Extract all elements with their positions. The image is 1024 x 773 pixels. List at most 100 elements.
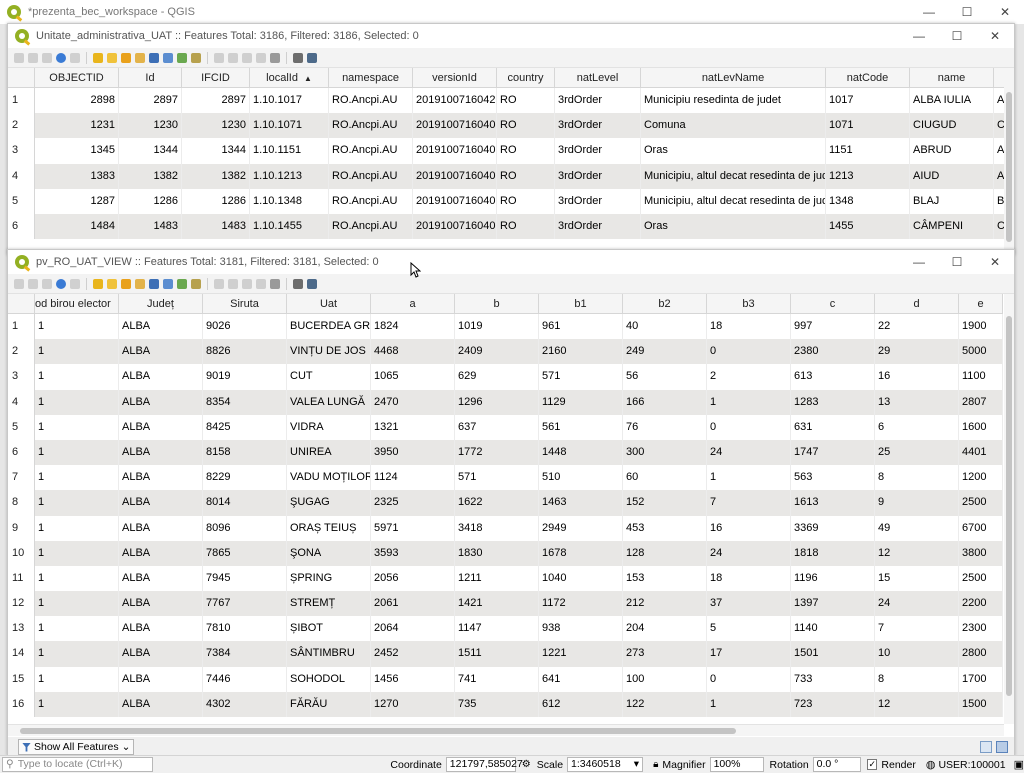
table-cell[interactable]: 12: [875, 540, 959, 566]
table-cell[interactable]: 2898: [35, 88, 119, 114]
dock-icon[interactable]: [293, 278, 303, 289]
table-row[interactable]: 10 1 ALBA 7865 ŞONA 3593 1830 1678 128 24 1818 12 38…: [8, 540, 1003, 566]
column-header[interactable]: IFCID: [182, 68, 250, 88]
table-cell[interactable]: 8826: [203, 339, 287, 365]
table-cell[interactable]: 453: [623, 515, 707, 541]
save-edits-icon[interactable]: [42, 278, 52, 289]
coordinate-field[interactable]: 121797,585027: [445, 757, 523, 772]
table-cell[interactable]: CIUGUD: [910, 113, 994, 139]
table-row[interactable]: 13 1 ALBA 7810 ȘIBOT 2064 1147 938 204 5 1140 7 2300: [8, 616, 1003, 642]
table-cell[interactable]: 5: [707, 616, 791, 642]
table-cell[interactable]: 1040: [539, 565, 623, 592]
table-cell[interactable]: A: [994, 164, 1004, 189]
show-all-features-button[interactable]: Show All Features ⌄: [18, 739, 135, 755]
select-expression-icon[interactable]: [93, 278, 103, 289]
edit-pencil-icon[interactable]: [14, 278, 24, 289]
table-cell[interactable]: 1600: [959, 414, 1003, 440]
table-cell[interactable]: 2800: [959, 641, 1003, 667]
table-cell[interactable]: 2470: [371, 389, 455, 415]
table-cell[interactable]: 1700: [959, 666, 1003, 692]
table-cell[interactable]: RO.Ancpi.AU: [329, 188, 413, 214]
table-cell[interactable]: 1: [35, 465, 119, 491]
column-header[interactable]: Județ: [119, 294, 203, 314]
table-cell[interactable]: 24: [707, 439, 791, 466]
table-row[interactable]: 7 1 ALBA 8229 VADU MOȚILOR 1124 571 510 60 1 563 8 1…: [8, 465, 1003, 491]
table-cell[interactable]: SOHODOL: [287, 666, 371, 692]
table-cell[interactable]: ALBA: [119, 465, 203, 491]
table-cell[interactable]: RO.Ancpi.AU: [329, 138, 413, 164]
table-cell[interactable]: 1678: [539, 540, 623, 566]
table-cell[interactable]: ALBA: [119, 515, 203, 541]
column-header[interactable]: country: [497, 68, 555, 88]
table-row[interactable]: 11ALBA9026BUCERDEA GRÂ...182410199614018…: [8, 314, 1003, 340]
table-cell[interactable]: 1230: [119, 113, 182, 139]
table-cell[interactable]: ABRUD: [910, 138, 994, 164]
reload-icon[interactable]: [56, 278, 66, 289]
table-cell[interactable]: 563: [791, 465, 875, 491]
table-cell[interactable]: ALBA: [119, 591, 203, 617]
column-header[interactable]: Siruta: [203, 294, 287, 314]
table-cell[interactable]: ALBA: [119, 691, 203, 717]
column-header[interactable]: od birou elector▲: [35, 294, 119, 314]
row-number[interactable]: 2: [8, 339, 35, 365]
actions-icon[interactable]: [307, 52, 317, 63]
table-row[interactable]: 14 1 ALBA 7384 SÂNTIMBRU 2452 1511 1221 273 17 150…: [8, 641, 1003, 667]
column-header[interactable]: a: [371, 294, 455, 314]
table-cell[interactable]: VALEA LUNGĂ: [287, 389, 371, 415]
table-cell[interactable]: RO: [497, 213, 555, 240]
table-cell[interactable]: ALBA: [119, 490, 203, 516]
table-cell[interactable]: UNIREA: [287, 439, 371, 466]
table-cell[interactable]: 2200: [959, 591, 1003, 617]
dock-icon[interactable]: [293, 52, 303, 63]
locator-field[interactable]: ⚲ Type to locate (Ctrl+K): [2, 757, 154, 772]
table-cell[interactable]: 629: [455, 364, 539, 390]
table-cell[interactable]: 1622: [455, 490, 539, 516]
table-cell[interactable]: 1613: [791, 490, 875, 516]
table-cell[interactable]: 1: [35, 691, 119, 717]
table-row[interactable]: 2 1 ALBA 8826 VINȚU DE JOS 4468 2409 2160 249 0 23…: [8, 339, 1003, 365]
table-cell[interactable]: 0: [707, 666, 791, 692]
table-cell[interactable]: 2380: [791, 339, 875, 365]
row-number[interactable]: 15: [8, 666, 35, 692]
table-cell[interactable]: 122: [623, 691, 707, 717]
table-cell[interactable]: 1: [35, 339, 119, 365]
select-expression-icon[interactable]: [93, 52, 103, 63]
table-cell[interactable]: 1286: [119, 188, 182, 214]
table-cell[interactable]: 49: [875, 515, 959, 541]
table-cell[interactable]: 13: [875, 389, 959, 415]
table-cell[interactable]: 641: [539, 666, 623, 692]
table-cell[interactable]: 76: [623, 414, 707, 440]
table-cell[interactable]: 1147: [455, 616, 539, 642]
table-cell[interactable]: 1484: [35, 213, 119, 240]
table-cell[interactable]: 2409: [455, 339, 539, 365]
close-icon[interactable]: ✕: [976, 24, 1014, 48]
table-cell[interactable]: 1382: [119, 163, 182, 189]
table-cell[interactable]: 8: [875, 666, 959, 692]
table-cell[interactable]: 166: [623, 389, 707, 415]
table-cell[interactable]: 2160: [539, 339, 623, 365]
table-cell[interactable]: 1321: [371, 414, 455, 440]
table-cell[interactable]: 249: [623, 339, 707, 365]
table-cell[interactable]: 8096: [203, 515, 287, 541]
table-cell[interactable]: 4401: [959, 439, 1003, 466]
table-cell[interactable]: 1483: [119, 213, 182, 240]
table-cell[interactable]: 20191007160407: [413, 163, 497, 189]
table-cell[interactable]: 938: [539, 616, 623, 642]
table-cell[interactable]: ȘPRING: [287, 565, 371, 592]
table-cell[interactable]: 1017: [826, 88, 910, 114]
table-cell[interactable]: 7: [707, 490, 791, 516]
table-cell[interactable]: 16: [707, 515, 791, 541]
table-cell[interactable]: RO: [497, 88, 555, 114]
row-number-header[interactable]: [8, 294, 35, 314]
row-number[interactable]: 16: [8, 691, 35, 717]
table-cell[interactable]: 1287: [35, 188, 119, 214]
table-cell[interactable]: 571: [455, 465, 539, 491]
table-cell[interactable]: 561: [539, 414, 623, 440]
table-cell[interactable]: 7945: [203, 565, 287, 592]
table-cell[interactable]: ȘIBOT: [287, 616, 371, 642]
multi-edit-icon[interactable]: [28, 278, 38, 289]
table-cell[interactable]: 1: [35, 565, 119, 592]
table-cell[interactable]: 3rdOrder: [555, 188, 641, 214]
table-cell[interactable]: 1231: [35, 113, 119, 139]
row-number[interactable]: 13: [8, 616, 35, 642]
